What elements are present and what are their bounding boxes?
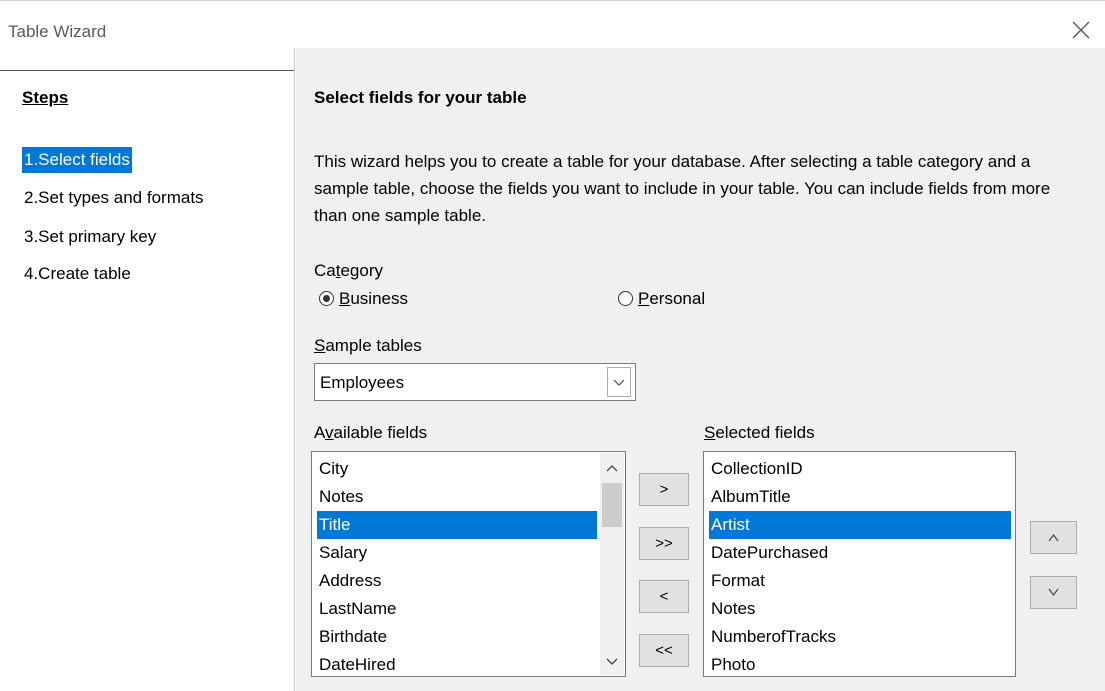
chevron-down-icon xyxy=(613,379,625,386)
close-icon[interactable] xyxy=(1070,19,1092,41)
step-set-types-formats[interactable]: 2.Set types and formats xyxy=(22,185,206,211)
list-item[interactable]: Notes xyxy=(709,595,755,623)
step-create-table[interactable]: 4.Create table xyxy=(22,261,133,287)
available-fields-label: Available fields xyxy=(314,423,428,442)
window-title: Table Wizard xyxy=(8,22,107,41)
dropdown-button[interactable] xyxy=(607,367,631,397)
radio-business[interactable]: Business xyxy=(319,289,408,309)
steps-panel: Steps 1.Select fields 2.Set types and fo… xyxy=(0,48,295,691)
move-down-button[interactable] xyxy=(1030,576,1077,609)
scroll-down-icon[interactable] xyxy=(605,655,619,669)
list-item-selected[interactable]: Title xyxy=(317,511,597,539)
selected-fields-label: Selected fields xyxy=(704,423,815,442)
category-label: Category xyxy=(314,261,383,280)
list-item[interactable]: AlbumTitle xyxy=(709,483,791,511)
available-fields-scrollbar[interactable] xyxy=(600,453,624,675)
add-field-button[interactable]: > xyxy=(639,473,689,506)
list-item-selected[interactable]: Artist xyxy=(709,511,1011,539)
available-fields-list[interactable]: City Notes Title Salary Address LastName… xyxy=(311,451,626,677)
list-item[interactable]: Photo xyxy=(709,651,755,676)
sample-tables-label: Sample tables xyxy=(314,336,422,355)
radio-personal[interactable]: Personal xyxy=(618,289,705,309)
list-item[interactable]: DateHired xyxy=(317,651,396,676)
chevron-down-icon xyxy=(1048,588,1059,596)
wizard-page: Select fields for your table This wizard… xyxy=(296,48,1105,691)
remove-all-fields-button[interactable]: << xyxy=(639,634,689,667)
scrollbar-thumb[interactable] xyxy=(602,483,622,527)
sample-tables-value: Employees xyxy=(320,373,405,392)
list-item[interactable]: NumberofTracks xyxy=(709,623,836,651)
sample-tables-dropdown[interactable]: Employees xyxy=(314,363,636,401)
radio-business-indicator[interactable] xyxy=(319,291,334,306)
remove-field-button[interactable]: < xyxy=(639,580,689,613)
chevron-up-icon xyxy=(1048,534,1059,542)
radio-personal-indicator[interactable] xyxy=(618,291,633,306)
list-item[interactable]: DatePurchased xyxy=(709,539,828,567)
add-all-fields-button[interactable]: >> xyxy=(639,527,689,560)
list-item[interactable]: City xyxy=(317,455,348,483)
steps-heading: Steps xyxy=(22,88,69,107)
list-item[interactable]: LastName xyxy=(317,595,396,623)
page-title: Select fields for your table xyxy=(314,88,527,107)
page-description: This wizard helps you to create a table … xyxy=(314,152,1051,225)
scroll-up-icon[interactable] xyxy=(605,461,619,475)
list-item[interactable]: Birthdate xyxy=(317,623,387,651)
list-item[interactable]: Address xyxy=(317,567,381,595)
selected-fields-list[interactable]: CollectionID AlbumTitle Artist DatePurch… xyxy=(703,451,1016,677)
list-item[interactable]: CollectionID xyxy=(709,455,803,483)
steps-divider xyxy=(0,70,294,71)
list-item[interactable]: Salary xyxy=(317,539,367,567)
title-bar: Table Wizard xyxy=(0,0,1105,48)
step-select-fields[interactable]: 1.Select fields xyxy=(22,147,132,173)
list-item[interactable]: Format xyxy=(709,567,765,595)
step-set-primary-key[interactable]: 3.Set primary key xyxy=(22,224,158,250)
list-item[interactable]: Notes xyxy=(317,483,363,511)
move-up-button[interactable] xyxy=(1030,521,1077,554)
